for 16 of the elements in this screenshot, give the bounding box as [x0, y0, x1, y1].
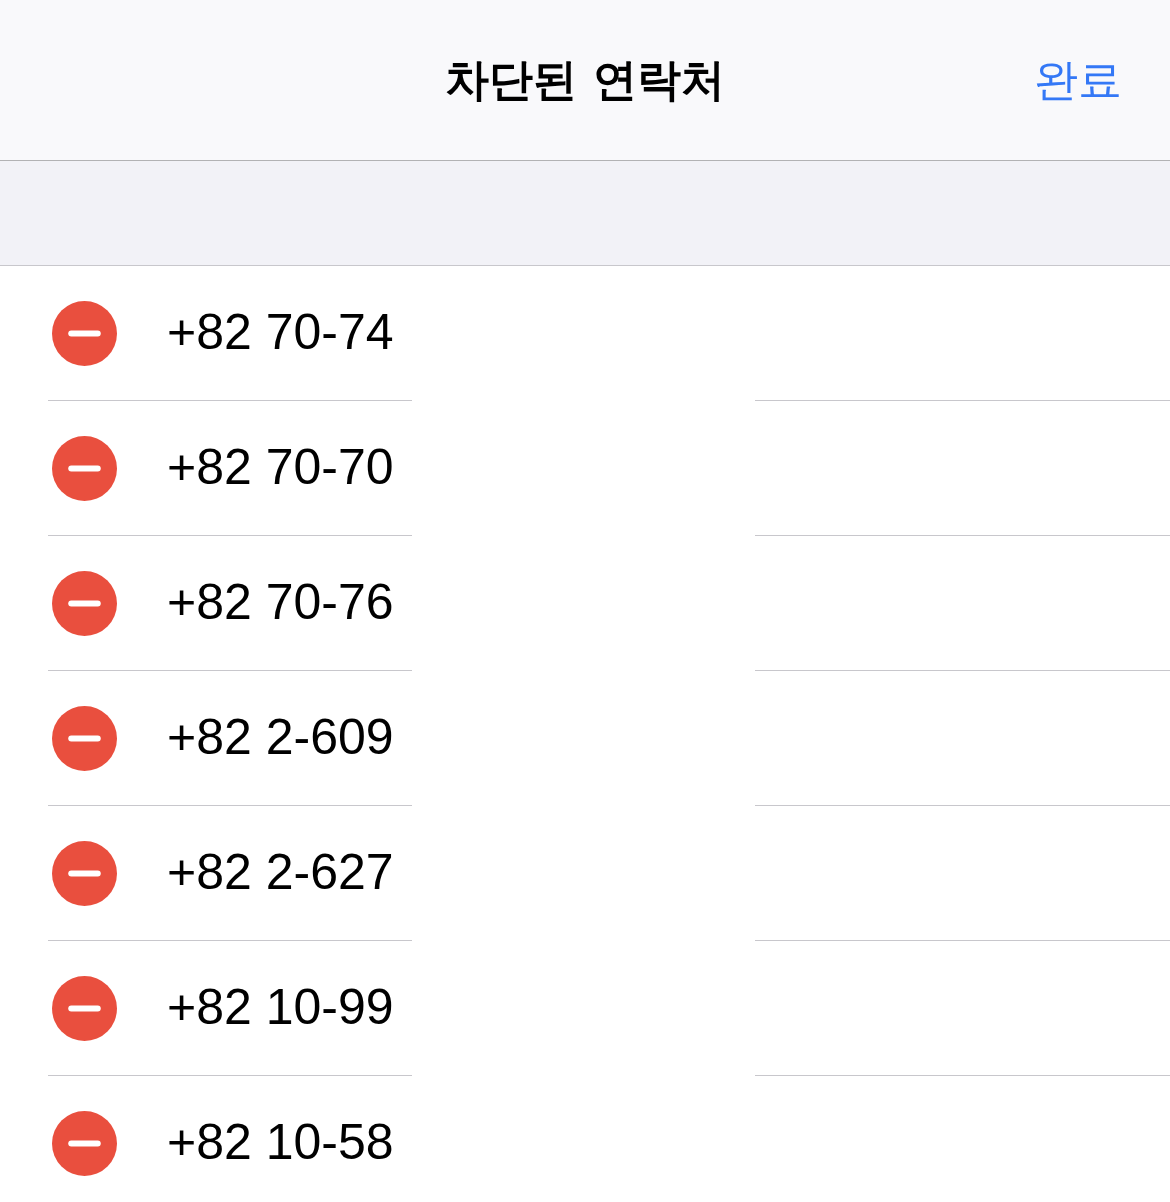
delete-minus-icon[interactable]: [52, 840, 117, 906]
done-button[interactable]: 완료: [1034, 50, 1122, 110]
delete-minus-icon[interactable]: [52, 300, 117, 366]
phone-number: +82 2-609: [167, 709, 394, 767]
phone-number: +82 70-70: [167, 439, 394, 497]
phone-number: +82 2-627: [167, 844, 394, 902]
delete-minus-icon[interactable]: [52, 435, 117, 501]
phone-number: +82 10-99: [167, 979, 394, 1037]
delete-minus-icon[interactable]: [52, 975, 117, 1041]
delete-minus-icon[interactable]: [52, 705, 117, 771]
delete-minus-icon[interactable]: [52, 570, 117, 636]
nav-title: 차단된 연락처: [445, 52, 725, 107]
phone-number: +82 10-58: [167, 1114, 394, 1172]
phone-number: +82 70-76: [167, 574, 394, 632]
phone-number: +82 70-74: [167, 304, 394, 362]
delete-minus-icon[interactable]: [52, 1110, 117, 1176]
